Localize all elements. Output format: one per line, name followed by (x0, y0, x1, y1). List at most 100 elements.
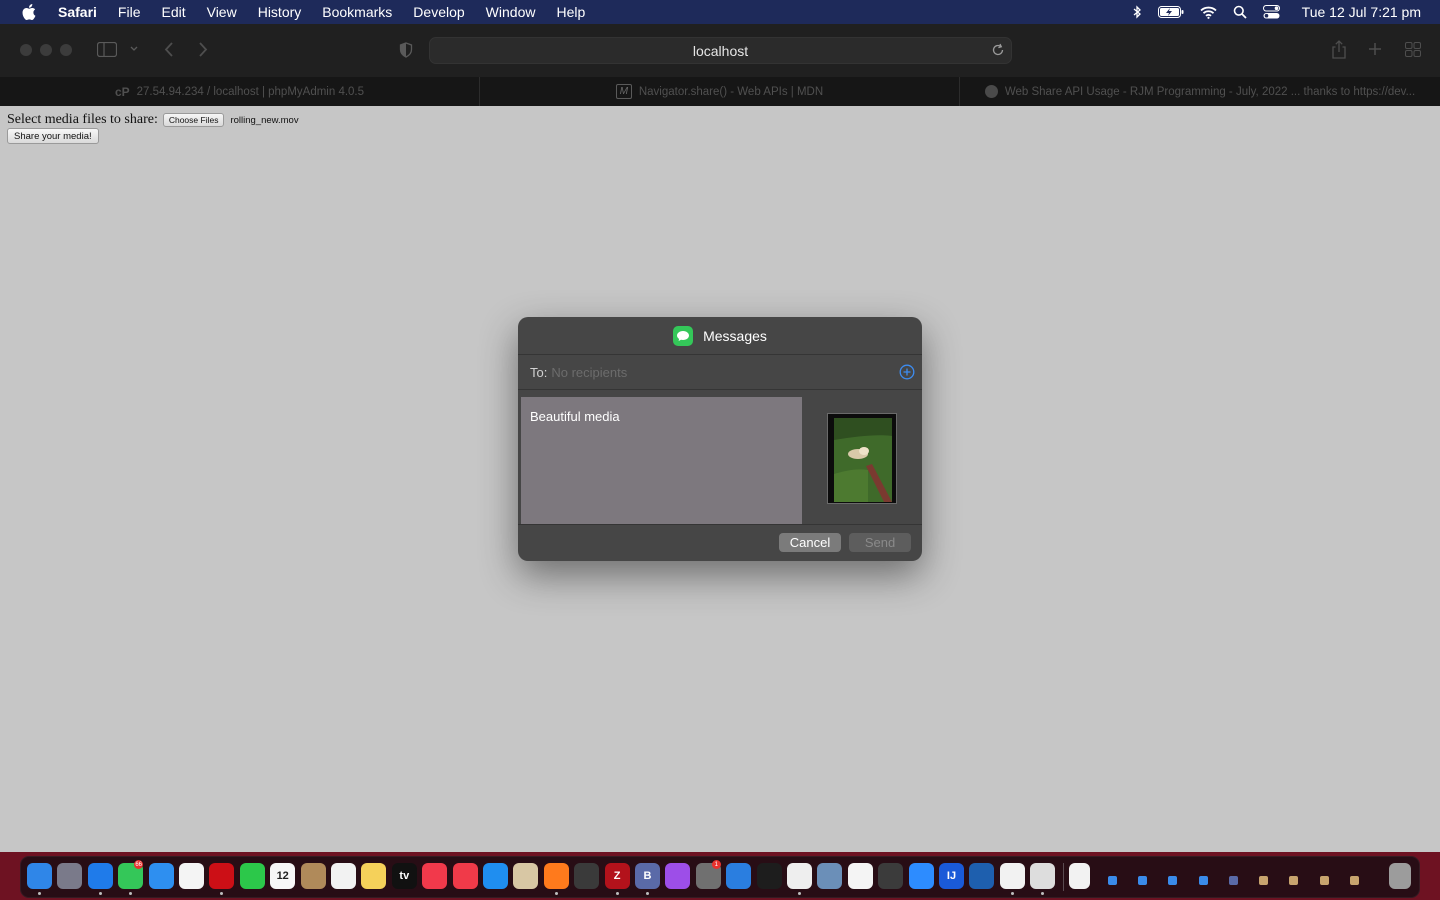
battery-icon[interactable] (1157, 6, 1184, 18)
message-body[interactable]: Beautiful media (521, 397, 802, 524)
tab-phpmyadmin[interactable]: cP 27.54.94.234 / localhost | phpMyAdmin… (0, 77, 480, 106)
dock-minimized-window-icon[interactable] (1350, 876, 1359, 885)
dock-opera-icon[interactable] (209, 863, 235, 889)
send-button[interactable]: Send (849, 533, 911, 552)
dock-notes-icon[interactable] (361, 863, 387, 889)
dock-zoom-icon[interactable] (908, 863, 934, 889)
dock-facetime-icon[interactable] (239, 863, 265, 889)
dock-running-indicator (1041, 892, 1045, 895)
menu-bar-clock[interactable]: Tue 12 Jul 7:21 pm (1302, 4, 1421, 20)
menu-develop[interactable]: Develop (413, 4, 464, 20)
privacy-shield-icon[interactable] (399, 42, 413, 58)
dock-podcasts-icon[interactable] (665, 863, 691, 889)
dock-preview-icon[interactable] (817, 863, 843, 889)
wifi-icon[interactable] (1200, 6, 1217, 19)
add-recipient-icon[interactable] (899, 364, 915, 380)
dock-safari-icon[interactable] (87, 863, 113, 889)
dock-running-indicator (798, 892, 801, 895)
browser-toolbar: localhost (0, 24, 1440, 77)
menu-help[interactable]: Help (556, 4, 585, 20)
dock-chess-icon[interactable] (513, 863, 539, 889)
forward-icon[interactable] (198, 42, 208, 57)
dock-tv-icon[interactable]: tv (391, 863, 417, 889)
dock-firefox-icon[interactable] (543, 863, 569, 889)
spotlight-icon[interactable] (1233, 5, 1247, 19)
dock-minimized-window-icon[interactable] (1319, 876, 1329, 885)
dock-app-store-icon[interactable] (483, 863, 508, 889)
control-center-icon[interactable] (1262, 5, 1280, 19)
dock-news-icon[interactable] (452, 863, 478, 889)
dock-textedit-icon[interactable] (847, 863, 873, 889)
share-icon[interactable] (1331, 40, 1347, 59)
dock-running-indicator (129, 892, 133, 895)
dock-calculator-icon[interactable] (574, 863, 600, 889)
dock-bbedit-icon[interactable]: B (635, 863, 660, 889)
menu-edit[interactable]: Edit (161, 4, 185, 20)
file-select-prompt: Select media files to share: (7, 112, 158, 127)
tab-web-share-api-usage[interactable]: Web Share API Usage - RJM Programming - … (960, 77, 1440, 106)
dock-launchpad-icon[interactable] (57, 863, 83, 889)
dock-icon-label: tv (399, 870, 410, 882)
dock-contacts-icon[interactable] (300, 863, 326, 889)
chevron-down-icon[interactable] (130, 46, 138, 52)
choose-files-button[interactable]: Choose Files (162, 113, 225, 127)
dock-xcode-icon[interactable] (726, 863, 752, 889)
reload-icon[interactable] (991, 43, 1005, 60)
sidebar-toggle-icon[interactable] (97, 42, 117, 57)
divider (518, 524, 922, 525)
close-window-button[interactable] (20, 44, 32, 56)
dock: 66 12 tv Z B 1 IJ (20, 856, 1420, 898)
dock-icon-label: Z (613, 870, 621, 882)
cancel-button[interactable]: Cancel (779, 533, 841, 552)
dock-mail-icon[interactable] (148, 863, 174, 889)
menu-bookmarks[interactable]: Bookmarks (322, 4, 392, 20)
dock-chrome-icon[interactable] (999, 863, 1025, 889)
dock-filezilla-icon[interactable]: Z (604, 863, 630, 889)
message-text[interactable]: Beautiful media (530, 409, 620, 424)
menu-view[interactable]: View (207, 4, 237, 20)
dock-gimp-icon[interactable] (787, 863, 812, 889)
tab-mdn-navigator-share[interactable]: M Navigator.share() - Web APIs | MDN (480, 77, 960, 106)
address-text[interactable]: localhost (693, 43, 748, 59)
minimize-window-button[interactable] (40, 44, 52, 56)
menu-file[interactable]: File (118, 4, 141, 20)
rjm-favicon-icon (984, 85, 998, 98)
recipient-row: To: (518, 355, 922, 389)
menu-app-name[interactable]: Safari (58, 4, 97, 20)
dock-music-icon[interactable] (422, 863, 448, 889)
apple-menu-icon[interactable] (0, 4, 58, 20)
dock-intellij-icon[interactable]: IJ (939, 863, 964, 889)
dock-running-indicator (554, 892, 558, 895)
dock-quicktime-icon[interactable] (969, 863, 995, 889)
to-label: To: (530, 364, 548, 380)
dock-automator-icon[interactable] (1030, 863, 1056, 889)
cpanel-favicon-icon: cP (114, 84, 130, 99)
address-bar[interactable]: localhost (429, 37, 1012, 64)
menu-window[interactable]: Window (486, 4, 536, 20)
dock-terminal-icon[interactable] (756, 863, 782, 889)
dock-finder-icon[interactable] (27, 863, 52, 889)
back-icon[interactable] (164, 42, 174, 57)
dock-minimized-window-icon[interactable] (1289, 876, 1299, 885)
zoom-window-button[interactable] (60, 44, 72, 56)
dock-photos-icon[interactable] (179, 863, 204, 889)
dock-minimized-finder-window-icon[interactable] (1198, 876, 1208, 885)
dock-minimized-window-icon[interactable] (1259, 876, 1269, 885)
dock-calendar-icon[interactable]: 12 (270, 863, 296, 889)
dock-minimized-finder-window-icon[interactable] (1168, 876, 1178, 885)
dock-trash-icon[interactable] (1389, 863, 1411, 889)
new-tab-icon[interactable] (1368, 42, 1382, 56)
dock-minimized-window-icon[interactable] (1228, 876, 1238, 885)
dock-minimized-finder-window-icon[interactable] (1137, 876, 1147, 885)
dock-minimized-finder-window-icon[interactable] (1107, 876, 1117, 885)
bluetooth-icon[interactable] (1133, 5, 1142, 19)
messages-share-sheet: Messages To: Beautiful media Cancel Send (518, 317, 922, 561)
dock-minimized-chrome-window-icon[interactable] (1068, 863, 1090, 889)
menu-history[interactable]: History (258, 4, 302, 20)
dock-script-editor-icon[interactable] (878, 863, 904, 889)
dock-reminders-icon[interactable] (331, 863, 356, 889)
tab-overview-icon[interactable] (1405, 42, 1421, 57)
share-media-button[interactable]: Share your media! (7, 128, 99, 144)
menu-bar: Safari File Edit View History Bookmarks … (0, 0, 1440, 24)
recipient-input[interactable] (551, 364, 852, 380)
